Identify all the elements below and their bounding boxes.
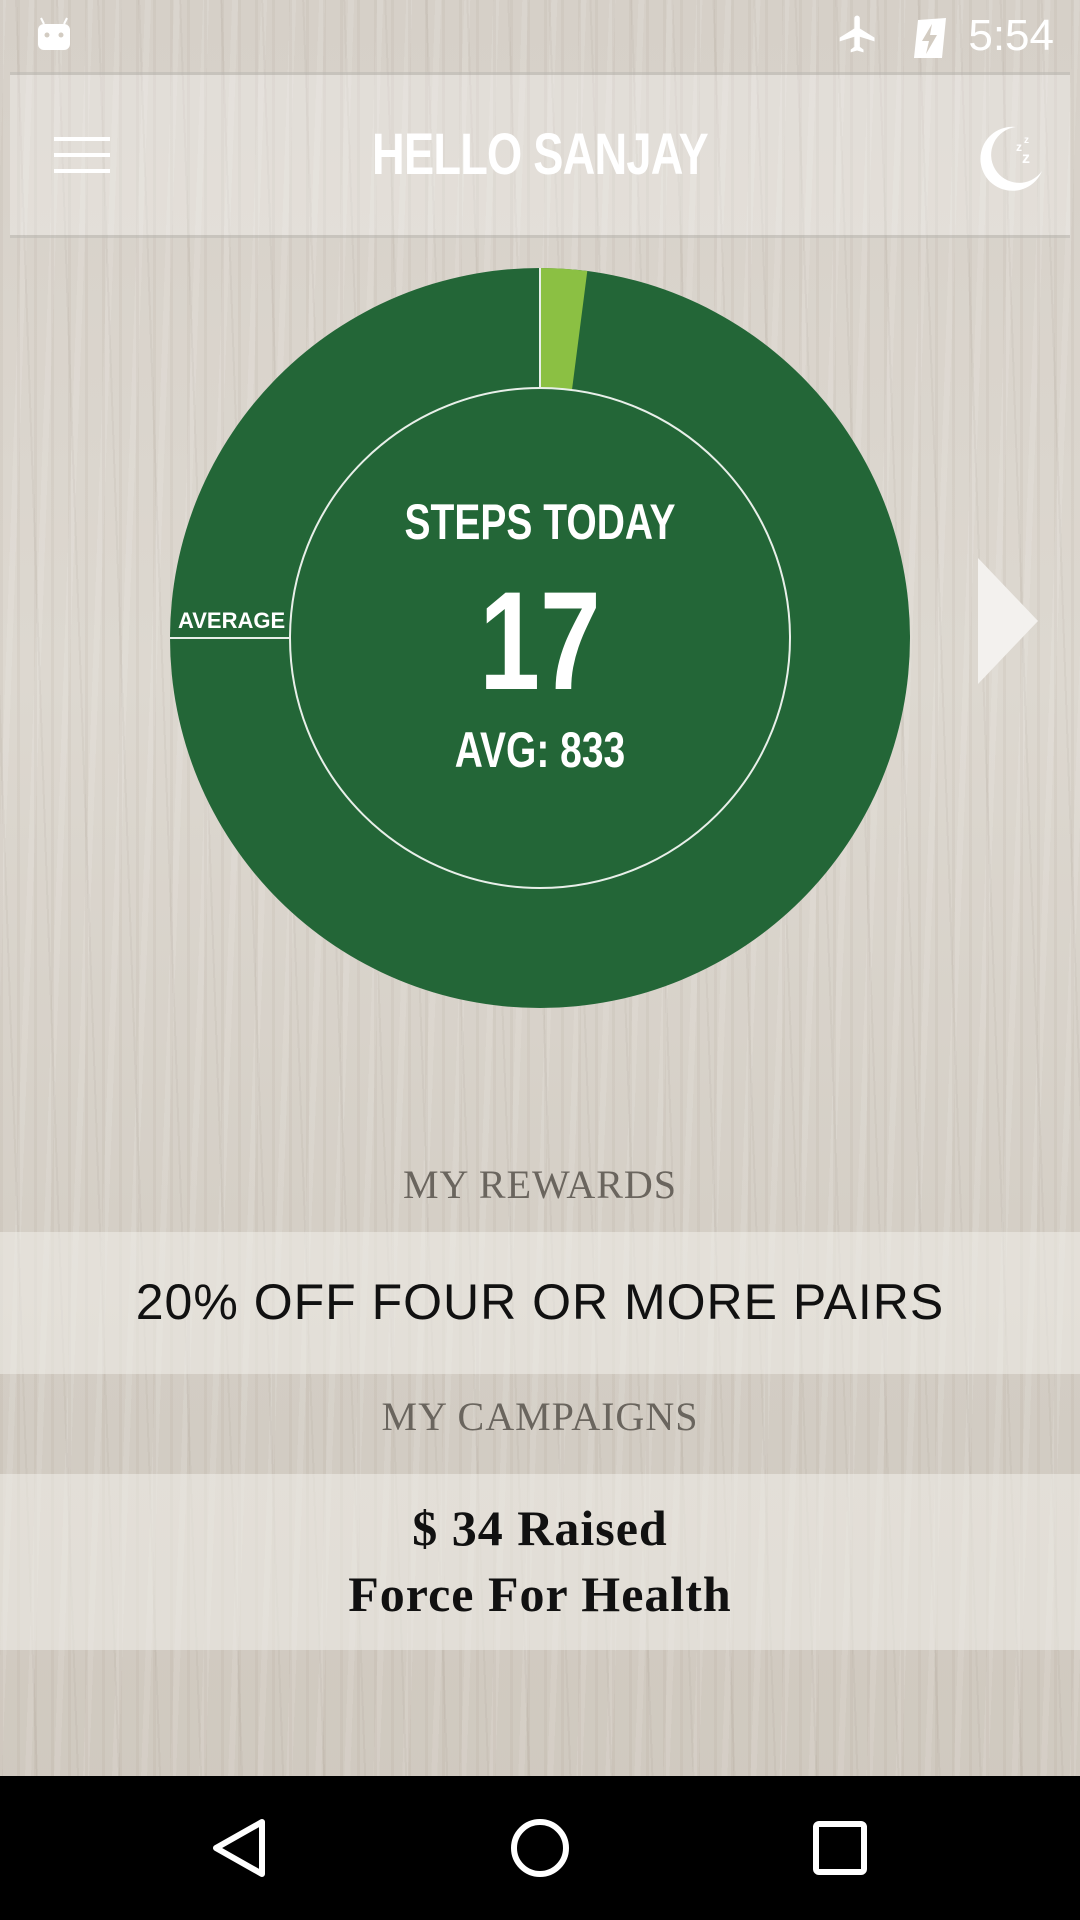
- reward-item-text: 20% OFF FOUR OR MORE PAIRS: [135, 1274, 945, 1330]
- campaign-card[interactable]: $ 34 Raised Force For Health: [0, 1474, 1080, 1650]
- steps-chart: STEPS TODAY 17 AVG: 833 AVERAGE: [168, 266, 912, 1010]
- page-title: HELLO SANJAY: [372, 122, 709, 187]
- back-triangle-icon[interactable]: [170, 1776, 310, 1920]
- average-marker-label: AVERAGE: [178, 608, 286, 633]
- status-clock: 5:54: [968, 11, 1054, 60]
- campaign-raised-text: $ 34 Raised: [412, 1500, 668, 1556]
- navigation-bar: [0, 1776, 1080, 1920]
- android-notification-icon: [38, 17, 70, 50]
- svg-text:z: z: [1024, 135, 1029, 146]
- campaign-name-text: Force For Health: [348, 1566, 732, 1622]
- app-header: HELLO SANJAY z z z: [10, 72, 1070, 238]
- airplane-mode-icon: [839, 15, 875, 53]
- moon-sleep-icon[interactable]: z z z: [972, 119, 1048, 195]
- steps-today-label: STEPS TODAY: [404, 494, 676, 550]
- reward-card[interactable]: 20% OFF FOUR OR MORE PAIRS: [0, 1232, 1080, 1374]
- hamburger-menu-icon[interactable]: [54, 133, 114, 177]
- next-arrow-icon[interactable]: [976, 556, 1040, 686]
- campaigns-section-title: MY CAMPAIGNS: [381, 1394, 699, 1439]
- svg-text:z: z: [1022, 150, 1030, 167]
- status-bar: 5:54: [0, 0, 1080, 72]
- home-circle-icon[interactable]: [470, 1776, 610, 1920]
- recents-square-icon[interactable]: [770, 1776, 910, 1920]
- steps-average-label: AVG: 833: [454, 722, 626, 778]
- steps-today-value: 17: [479, 562, 601, 719]
- battery-charging-icon: [914, 18, 946, 58]
- rewards-section-title: MY REWARDS: [402, 1162, 678, 1207]
